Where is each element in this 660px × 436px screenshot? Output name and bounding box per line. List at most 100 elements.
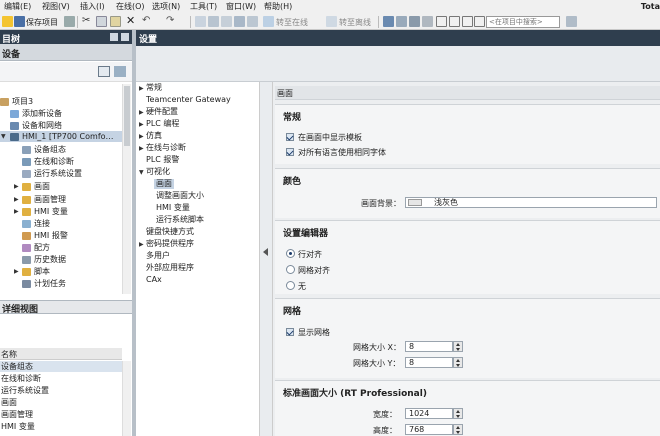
nav-resize-screens[interactable]: 调整画面大小 <box>156 191 204 201</box>
height-spinner[interactable] <box>453 424 463 435</box>
detail-column-name[interactable]: 名称 <box>1 349 17 360</box>
detail-scrollbar[interactable] <box>122 361 131 436</box>
same-font-checkbox[interactable] <box>286 148 294 156</box>
tree-item-screen-management[interactable]: ▶ 画面管理 <box>14 194 66 205</box>
align-grid-radio[interactable] <box>286 265 295 274</box>
download-icon[interactable] <box>208 16 219 27</box>
copy-icon[interactable] <box>96 16 107 27</box>
nav-cax[interactable]: CAx <box>146 275 162 285</box>
detail-row[interactable]: 设备组态 <box>0 361 122 372</box>
nav-multiuser[interactable]: 多用户 <box>146 251 170 261</box>
nav-hardware[interactable]: 硬件配置 <box>146 107 178 117</box>
go-offline-button[interactable]: 转至离线 <box>339 17 371 28</box>
nav-visualization[interactable]: 可视化 <box>146 167 170 177</box>
tree-item-online-diag[interactable]: 在线和诊断 <box>22 156 74 167</box>
bg-color-select[interactable]: 浅灰色 <box>405 197 657 208</box>
menu-options[interactable]: 选项(N) <box>152 1 180 12</box>
nav-screens[interactable]: 画面 <box>154 179 174 189</box>
tree-item-scripts[interactable]: ▶ 脚本 <box>14 266 50 277</box>
collapse-pane-icon[interactable] <box>110 33 118 41</box>
tree-item-screens[interactable]: ▶ 画面 <box>14 181 50 192</box>
width-input[interactable]: 1024 <box>405 408 453 419</box>
grid-x-input[interactable]: 8 <box>405 341 453 352</box>
search-input[interactable] <box>486 16 560 28</box>
grid-x-spinner[interactable] <box>453 341 463 352</box>
accessible-devices-icon[interactable] <box>383 16 394 27</box>
nav-plc-alarms[interactable]: PLC 报警 <box>146 155 179 165</box>
cut-icon[interactable]: ✂ <box>82 16 93 27</box>
pin-pane-icon[interactable] <box>121 33 129 41</box>
menu-edit[interactable]: 编辑(E) <box>4 1 31 12</box>
paste-icon[interactable] <box>110 16 121 27</box>
compile-icon[interactable] <box>195 16 206 27</box>
split-vertical-icon[interactable] <box>449 16 460 27</box>
split-off-icon[interactable] <box>462 16 473 27</box>
nav-external-apps[interactable]: 外部应用程序 <box>146 263 194 273</box>
menu-insert[interactable]: 插入(I) <box>80 1 105 12</box>
tree-options-icon[interactable] <box>114 66 126 77</box>
tree-item-project[interactable]: 项目3 <box>0 96 33 107</box>
scrollbar-thumb[interactable] <box>124 86 130 146</box>
settings-splitter[interactable] <box>259 82 273 436</box>
menu-tools[interactable]: 工具(T) <box>190 1 217 12</box>
nav-password-providers[interactable]: 密码提供程序 <box>146 239 194 249</box>
nav-teamcenter[interactable]: Teamcenter Gateway <box>146 95 231 105</box>
show-grid-checkbox[interactable] <box>286 328 294 336</box>
split-editor-icon[interactable] <box>422 16 433 27</box>
detail-row[interactable]: HMI 变量 <box>0 421 122 432</box>
screen-icon[interactable] <box>409 16 420 27</box>
detail-row[interactable]: 运行系统设置 <box>0 385 122 396</box>
height-input[interactable]: 768 <box>405 424 453 435</box>
menu-view[interactable]: 视图(V) <box>42 1 70 12</box>
grid-y-input[interactable]: 8 <box>405 357 453 368</box>
cross-reference-icon[interactable] <box>396 16 407 27</box>
maximize-editor-icon[interactable] <box>474 16 485 27</box>
collapse-nav-icon[interactable] <box>263 248 268 256</box>
upload-icon[interactable] <box>221 16 232 27</box>
save-icon[interactable] <box>14 16 25 27</box>
tree-item-historical-data[interactable]: 历史数据 <box>22 254 66 265</box>
nav-general[interactable]: 常规 <box>146 83 162 93</box>
nav-runtime-scripts[interactable]: 运行系统脚本 <box>156 215 204 225</box>
tree-item-runtime-settings[interactable]: 运行系统设置 <box>22 168 82 179</box>
tree-item-scheduled-tasks[interactable]: 计划任务 <box>22 278 66 289</box>
tree-item-hmi1[interactable]: ▼ HMI_1 [TP700 Comfo… <box>0 131 122 142</box>
delete-icon[interactable]: ✕ <box>126 15 137 27</box>
go-offline-icon[interactable] <box>326 16 337 27</box>
detail-row[interactable]: 在线和诊断 <box>0 373 122 384</box>
stop-icon[interactable] <box>247 16 258 27</box>
tree-scrollbar[interactable] <box>122 84 131 294</box>
tree-item-hmi-tags[interactable]: ▶ HMI 变量 <box>14 206 68 217</box>
redo-icon[interactable]: ↷ <box>166 16 177 27</box>
tree-view-toggle-icon[interactable] <box>98 66 110 77</box>
tree-item-recipes[interactable]: 配方 <box>22 242 50 253</box>
tree-item-add-device[interactable]: 添加新设备 <box>10 108 62 119</box>
open-folder-icon[interactable] <box>2 16 13 27</box>
nav-plc-programming[interactable]: PLC 编程 <box>146 119 179 129</box>
go-online-button[interactable]: 转至在线 <box>276 17 308 28</box>
width-spinner[interactable] <box>453 408 463 419</box>
split-horizontal-icon[interactable] <box>436 16 447 27</box>
print-icon[interactable] <box>64 16 75 27</box>
nav-hmi-tags[interactable]: HMI 变量 <box>156 203 190 213</box>
tree-item-device-config[interactable]: 设备组态 <box>22 144 66 155</box>
go-online-icon[interactable] <box>263 16 274 27</box>
align-row-radio[interactable] <box>286 249 295 258</box>
tree-item-hmi-alarms[interactable]: HMI 报警 <box>22 230 68 241</box>
nav-keyboard-shortcuts[interactable]: 键盘快捷方式 <box>146 227 194 237</box>
detail-row[interactable]: 画面管理 <box>0 409 122 420</box>
menu-online[interactable]: 在线(O) <box>116 1 145 12</box>
menu-help[interactable]: 帮助(H) <box>264 1 292 12</box>
tab-devices[interactable]: 设备 <box>2 47 20 60</box>
simulate-icon[interactable] <box>234 16 245 27</box>
undo-icon[interactable]: ↶ <box>142 16 153 27</box>
tree-item-connections[interactable]: 连接 <box>22 218 50 229</box>
show-template-checkbox[interactable] <box>286 133 294 141</box>
nav-online-diag[interactable]: 在线与诊断 <box>146 143 186 153</box>
grid-y-spinner[interactable] <box>453 357 463 368</box>
tree-item-devices-networks[interactable]: 设备和网络 <box>10 120 62 131</box>
save-project-button[interactable]: 保存项目 <box>26 17 58 28</box>
search-icon[interactable] <box>566 16 577 27</box>
detail-row[interactable]: 画面 <box>0 397 122 408</box>
nav-simulation[interactable]: 仿真 <box>146 131 162 141</box>
